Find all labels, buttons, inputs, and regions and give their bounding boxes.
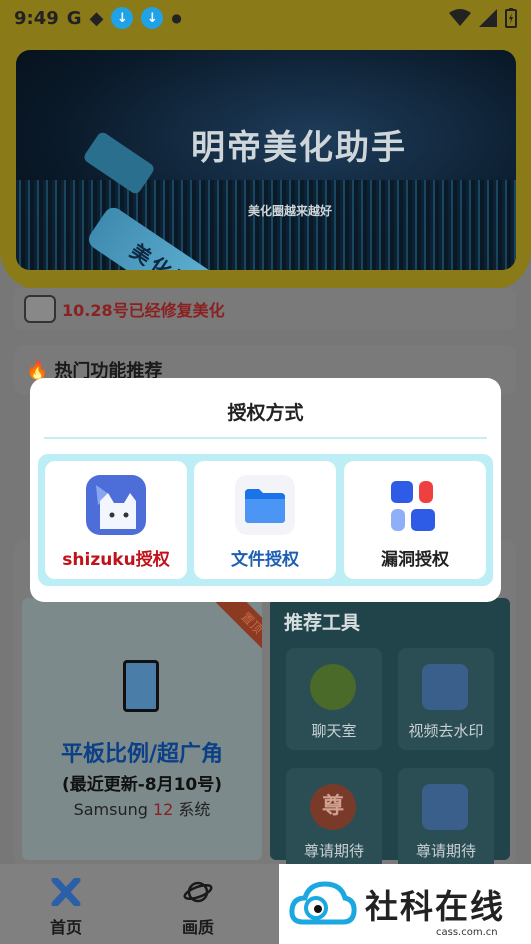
tool-label: 尊请期待 xyxy=(303,842,364,860)
status-bar: 9:49 G ◆ ↓ ↓ ● xyxy=(0,0,531,36)
tools-header: 推荐工具 xyxy=(284,612,361,634)
status-time: 9:49 xyxy=(14,7,59,29)
respect-badge-icon: 尊 xyxy=(310,784,356,830)
featured-title: 平板比例/超广角 xyxy=(60,742,224,767)
device-suffix: 系统 xyxy=(173,800,211,819)
watermark-logo: 社科在线 cass.com.cn xyxy=(279,864,531,944)
option-label: shizuku授权 xyxy=(62,550,170,570)
tool-video-watermark[interactable]: 视频去水印 xyxy=(398,648,494,750)
banner-subtitle: 美化圈越来越好 xyxy=(248,204,333,218)
download-icon: ↓ xyxy=(111,7,134,29)
diamond-icon: ◆ xyxy=(89,7,104,29)
tool-coming-soon[interactable]: 尊请期待 xyxy=(398,768,494,870)
featured-subtitle: (最近更新-8月10号) xyxy=(61,775,223,795)
folder-icon xyxy=(235,475,295,535)
watermark-text: 社科在线 xyxy=(365,887,505,926)
sunglasses-face-icon xyxy=(310,664,356,710)
file-auth-button[interactable]: 文件授权 xyxy=(194,461,336,579)
video-camera-icon xyxy=(422,664,468,710)
device-version: 12 xyxy=(152,800,174,819)
nav-label: 首页 xyxy=(49,918,82,937)
notice-text: 10.28号已经修复美化 xyxy=(62,301,225,320)
option-label: 漏洞授权 xyxy=(381,550,449,570)
app-screen: 9:49 G ◆ ↓ ↓ ● 美化圈永不倒 明帝美化助手 美化圈越来越好 10.… xyxy=(0,0,531,944)
dialog-title: 授权方式 xyxy=(227,402,304,424)
notice-bar[interactable]: 10.28号已经修复美化 xyxy=(14,288,516,330)
watermark-url: cass.com.cn xyxy=(436,927,498,938)
shizuku-cat-icon xyxy=(86,475,146,535)
planet-icon xyxy=(183,881,213,903)
tool-chatroom[interactable]: 聊天室 xyxy=(286,648,382,750)
shizuku-auth-button[interactable]: shizuku授权 xyxy=(45,461,187,579)
tool-coming-soon[interactable]: 尊 尊请期待 xyxy=(286,768,382,870)
featured-device: Samsung 12 系统 xyxy=(22,796,262,820)
dot-icon: ● xyxy=(171,11,182,25)
option-label: 文件授权 xyxy=(231,550,299,570)
cloud-eye-logo-icon xyxy=(289,881,357,925)
cat-mascot-icon xyxy=(24,295,56,323)
exploit-auth-button[interactable]: 漏洞授权 xyxy=(344,461,486,579)
hero-banner[interactable]: 美化圈永不倒 明帝美化助手 美化圈越来越好 xyxy=(16,50,516,270)
signal-icon xyxy=(479,9,497,27)
tablet-icon xyxy=(123,660,159,712)
wifi-icon xyxy=(449,9,471,26)
crowd-image xyxy=(16,180,516,270)
nav-quality[interactable]: 画质 xyxy=(168,878,228,938)
dialog-divider xyxy=(44,437,487,439)
nav-label: 画质 xyxy=(181,918,214,937)
nav-home[interactable]: 首页 xyxy=(36,876,96,938)
google-icon: G xyxy=(66,7,82,29)
recommended-tools-card: 推荐工具 聊天室 视频去水印 尊 尊请期待 尊请期待 xyxy=(270,598,510,870)
ribbon-label: 置顶 xyxy=(215,598,262,654)
auth-options: shizuku授权 文件授权 漏洞授权 xyxy=(38,454,493,586)
home-icon xyxy=(51,876,81,908)
tool-label: 聊天室 xyxy=(311,722,357,740)
tool-label: 尊请期待 xyxy=(415,842,476,860)
pinned-ribbon: 置顶 xyxy=(206,598,262,654)
auth-method-dialog: 授权方式 shizuku授权 文件授权 漏洞授权 xyxy=(30,378,501,602)
tool-label: 视频去水印 xyxy=(408,722,484,740)
device-prefix: Samsung xyxy=(73,800,153,819)
apps-grid-icon xyxy=(391,481,435,531)
banner-title: 明帝美化助手 xyxy=(191,128,407,168)
battery-icon xyxy=(505,8,517,28)
video-camera-icon xyxy=(422,784,468,830)
download-icon: ↓ xyxy=(141,7,164,29)
